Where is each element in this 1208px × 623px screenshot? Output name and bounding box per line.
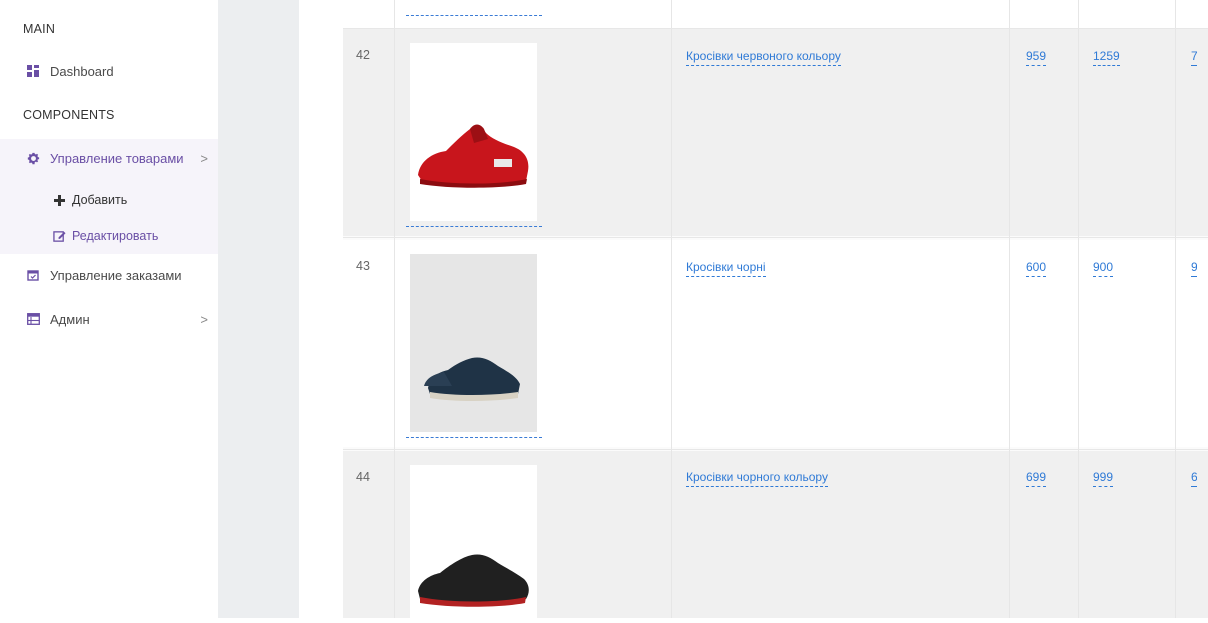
submenu-item-label: Редактировать [72, 229, 159, 243]
column-divider [1078, 0, 1079, 618]
extra-editable[interactable]: 7 [1191, 49, 1197, 66]
column-divider [394, 0, 395, 618]
sidebar-item-label: Управление товарами [50, 150, 184, 166]
price-editable[interactable]: 959 [1026, 49, 1047, 66]
column-divider [1009, 0, 1010, 618]
price-editable[interactable]: 699 [1026, 470, 1047, 487]
products-submenu: Добавить Редактировать [0, 174, 218, 254]
sidebar-item-admin[interactable]: Админ > [0, 300, 218, 338]
section-title-components: COMPONENTS [23, 108, 115, 122]
sidebar-item-label: Dashboard [50, 63, 114, 79]
image-editable-underline [406, 226, 542, 227]
red-sneaker-image [418, 124, 529, 188]
content-gutter [218, 0, 299, 618]
row-id: 42 [356, 48, 370, 62]
image-editable-underline [406, 437, 542, 438]
sidebar-item-products[interactable]: Управление товарами > [0, 139, 218, 177]
product-image[interactable] [410, 43, 537, 221]
dark-blue-sneaker-image [424, 357, 520, 401]
column-divider [1175, 0, 1176, 618]
calendar-icon [26, 268, 40, 282]
submenu-item-edit[interactable]: Редактировать [0, 222, 218, 250]
admin-table-icon [26, 312, 40, 326]
chevron-right-icon: > [200, 311, 208, 327]
product-name-link[interactable]: Кросівки чорного кольору [686, 470, 828, 487]
sidebar: MAIN Dashboard COMPONENTS Управление тов… [0, 0, 218, 618]
submenu-item-add[interactable]: Добавить [0, 186, 218, 214]
extra-editable[interactable]: 9 [1191, 260, 1197, 277]
sidebar-item-label: Управление заказами [50, 267, 182, 283]
sidebar-item-dashboard[interactable]: Dashboard [0, 52, 218, 90]
product-name-link[interactable]: Кросівки чорні [686, 260, 766, 277]
section-title-main: MAIN [23, 22, 56, 36]
row-divider [343, 449, 1208, 450]
chevron-right-icon: > [200, 150, 208, 166]
old-price-editable[interactable]: 999 [1093, 470, 1114, 487]
plus-icon [52, 194, 66, 206]
row-id: 43 [356, 259, 370, 273]
black-sneaker-image [418, 554, 529, 607]
product-name-link[interactable]: Кросівки червоного кольору [686, 49, 841, 66]
product-image[interactable] [410, 465, 537, 618]
sidebar-item-orders[interactable]: Управление заказами [0, 256, 218, 294]
dashboard-icon [26, 64, 40, 78]
column-divider [671, 0, 672, 618]
sidebar-item-label: Админ [50, 311, 90, 327]
old-price-editable[interactable]: 900 [1093, 260, 1114, 277]
product-image[interactable] [410, 254, 537, 432]
submenu-item-label: Добавить [72, 193, 128, 207]
row-divider [343, 237, 1208, 238]
row-id: 44 [356, 470, 370, 484]
extra-editable[interactable]: 6 [1191, 470, 1197, 487]
price-editable[interactable]: 600 [1026, 260, 1047, 277]
row-divider [343, 28, 1208, 29]
edit-icon [52, 230, 66, 243]
image-editable-underline [406, 15, 542, 16]
gear-icon [26, 151, 40, 165]
old-price-editable[interactable]: 1259 [1093, 49, 1120, 66]
